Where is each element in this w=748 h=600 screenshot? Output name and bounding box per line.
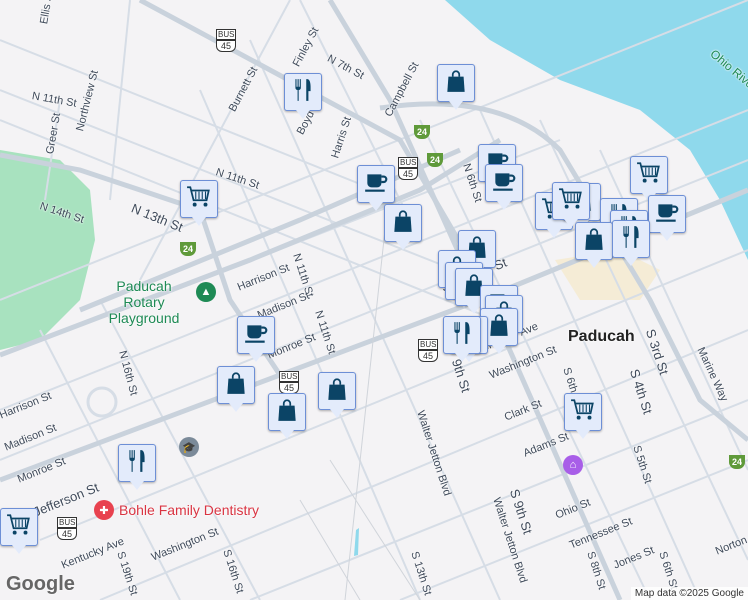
- coffee-marker[interactable]: [485, 164, 523, 210]
- bus-label: BUS: [57, 517, 78, 528]
- coffee-marker[interactable]: [237, 316, 275, 362]
- route-number: 45: [216, 40, 236, 52]
- coffee-icon: [243, 320, 269, 351]
- city-label: Paducah: [568, 328, 635, 345]
- cart-icon: [636, 160, 662, 191]
- shopping-icon: [324, 376, 350, 407]
- shopping-icon: [274, 397, 300, 428]
- school-pin-icon[interactable]: 🎓: [179, 437, 199, 457]
- shopping-marker[interactable]: [217, 366, 255, 412]
- shopping-marker[interactable]: [384, 204, 422, 250]
- shopping-icon: [486, 312, 512, 343]
- route-number: 45: [418, 350, 438, 362]
- interstate-shield: 24: [180, 242, 196, 256]
- interstate-shield: 24: [414, 125, 430, 139]
- interstate-shield: 24: [729, 455, 745, 469]
- shopping-icon: [443, 68, 469, 99]
- cart-icon: [6, 512, 32, 543]
- park-label[interactable]: Paducah Rotary Playground: [94, 278, 194, 326]
- bus-label: BUS: [279, 371, 300, 382]
- restaurant-icon: [618, 224, 644, 255]
- shopping-marker[interactable]: [437, 64, 475, 110]
- coffee-marker[interactable]: [357, 165, 395, 211]
- coffee-icon: [363, 169, 389, 200]
- cart-icon: [570, 397, 596, 428]
- bus-label: BUS: [216, 29, 237, 40]
- restaurant-icon: [290, 77, 316, 108]
- route-number: 45: [398, 168, 418, 180]
- museum-pin-icon[interactable]: ⌂: [563, 455, 583, 475]
- shopping-marker[interactable]: [575, 222, 613, 268]
- bus-route-shield: BUS 45: [398, 157, 419, 180]
- bus-route-shield: BUS 45: [279, 371, 300, 394]
- shopping-icon: [581, 226, 607, 257]
- map-attribution[interactable]: Map data ©2025 Google: [630, 587, 748, 600]
- interstate-shield: 24: [427, 153, 443, 167]
- cart-marker[interactable]: [630, 156, 668, 202]
- cart-marker[interactable]: [564, 393, 602, 439]
- cart-icon: [186, 184, 212, 215]
- restaurant-marker[interactable]: [443, 316, 481, 362]
- coffee-icon: [491, 168, 517, 199]
- map-canvas[interactable]: Ellis St Finley St N 7th St Campbell St …: [0, 0, 748, 600]
- shopping-icon: [390, 208, 416, 239]
- coffee-marker[interactable]: [648, 195, 686, 241]
- bus-route-shield: BUS 45: [418, 339, 439, 362]
- cart-marker[interactable]: [180, 180, 218, 226]
- cart-marker[interactable]: [552, 182, 590, 228]
- restaurant-marker[interactable]: [118, 444, 156, 490]
- coffee-icon: [654, 199, 680, 230]
- dentist-label[interactable]: Bohle Family Dentistry: [119, 502, 259, 518]
- shopping-marker[interactable]: [268, 393, 306, 439]
- restaurant-icon: [124, 448, 150, 479]
- restaurant-icon: [449, 320, 475, 351]
- route-number: 45: [57, 528, 77, 540]
- bus-label: BUS: [398, 157, 419, 168]
- shopping-marker[interactable]: [318, 372, 356, 418]
- park-pin-icon[interactable]: ▲: [196, 282, 216, 302]
- restaurant-marker[interactable]: [284, 73, 322, 119]
- cart-marker[interactable]: [0, 508, 38, 554]
- bus-label: BUS: [418, 339, 439, 350]
- shopping-icon: [223, 370, 249, 401]
- cart-icon: [558, 186, 584, 217]
- bus-route-shield: BUS 45: [57, 517, 78, 540]
- dentist-pin-icon[interactable]: ✚: [94, 500, 114, 520]
- google-logo: Google: [6, 573, 75, 595]
- bus-route-shield: BUS 45: [216, 29, 237, 52]
- restaurant-marker[interactable]: [612, 220, 650, 266]
